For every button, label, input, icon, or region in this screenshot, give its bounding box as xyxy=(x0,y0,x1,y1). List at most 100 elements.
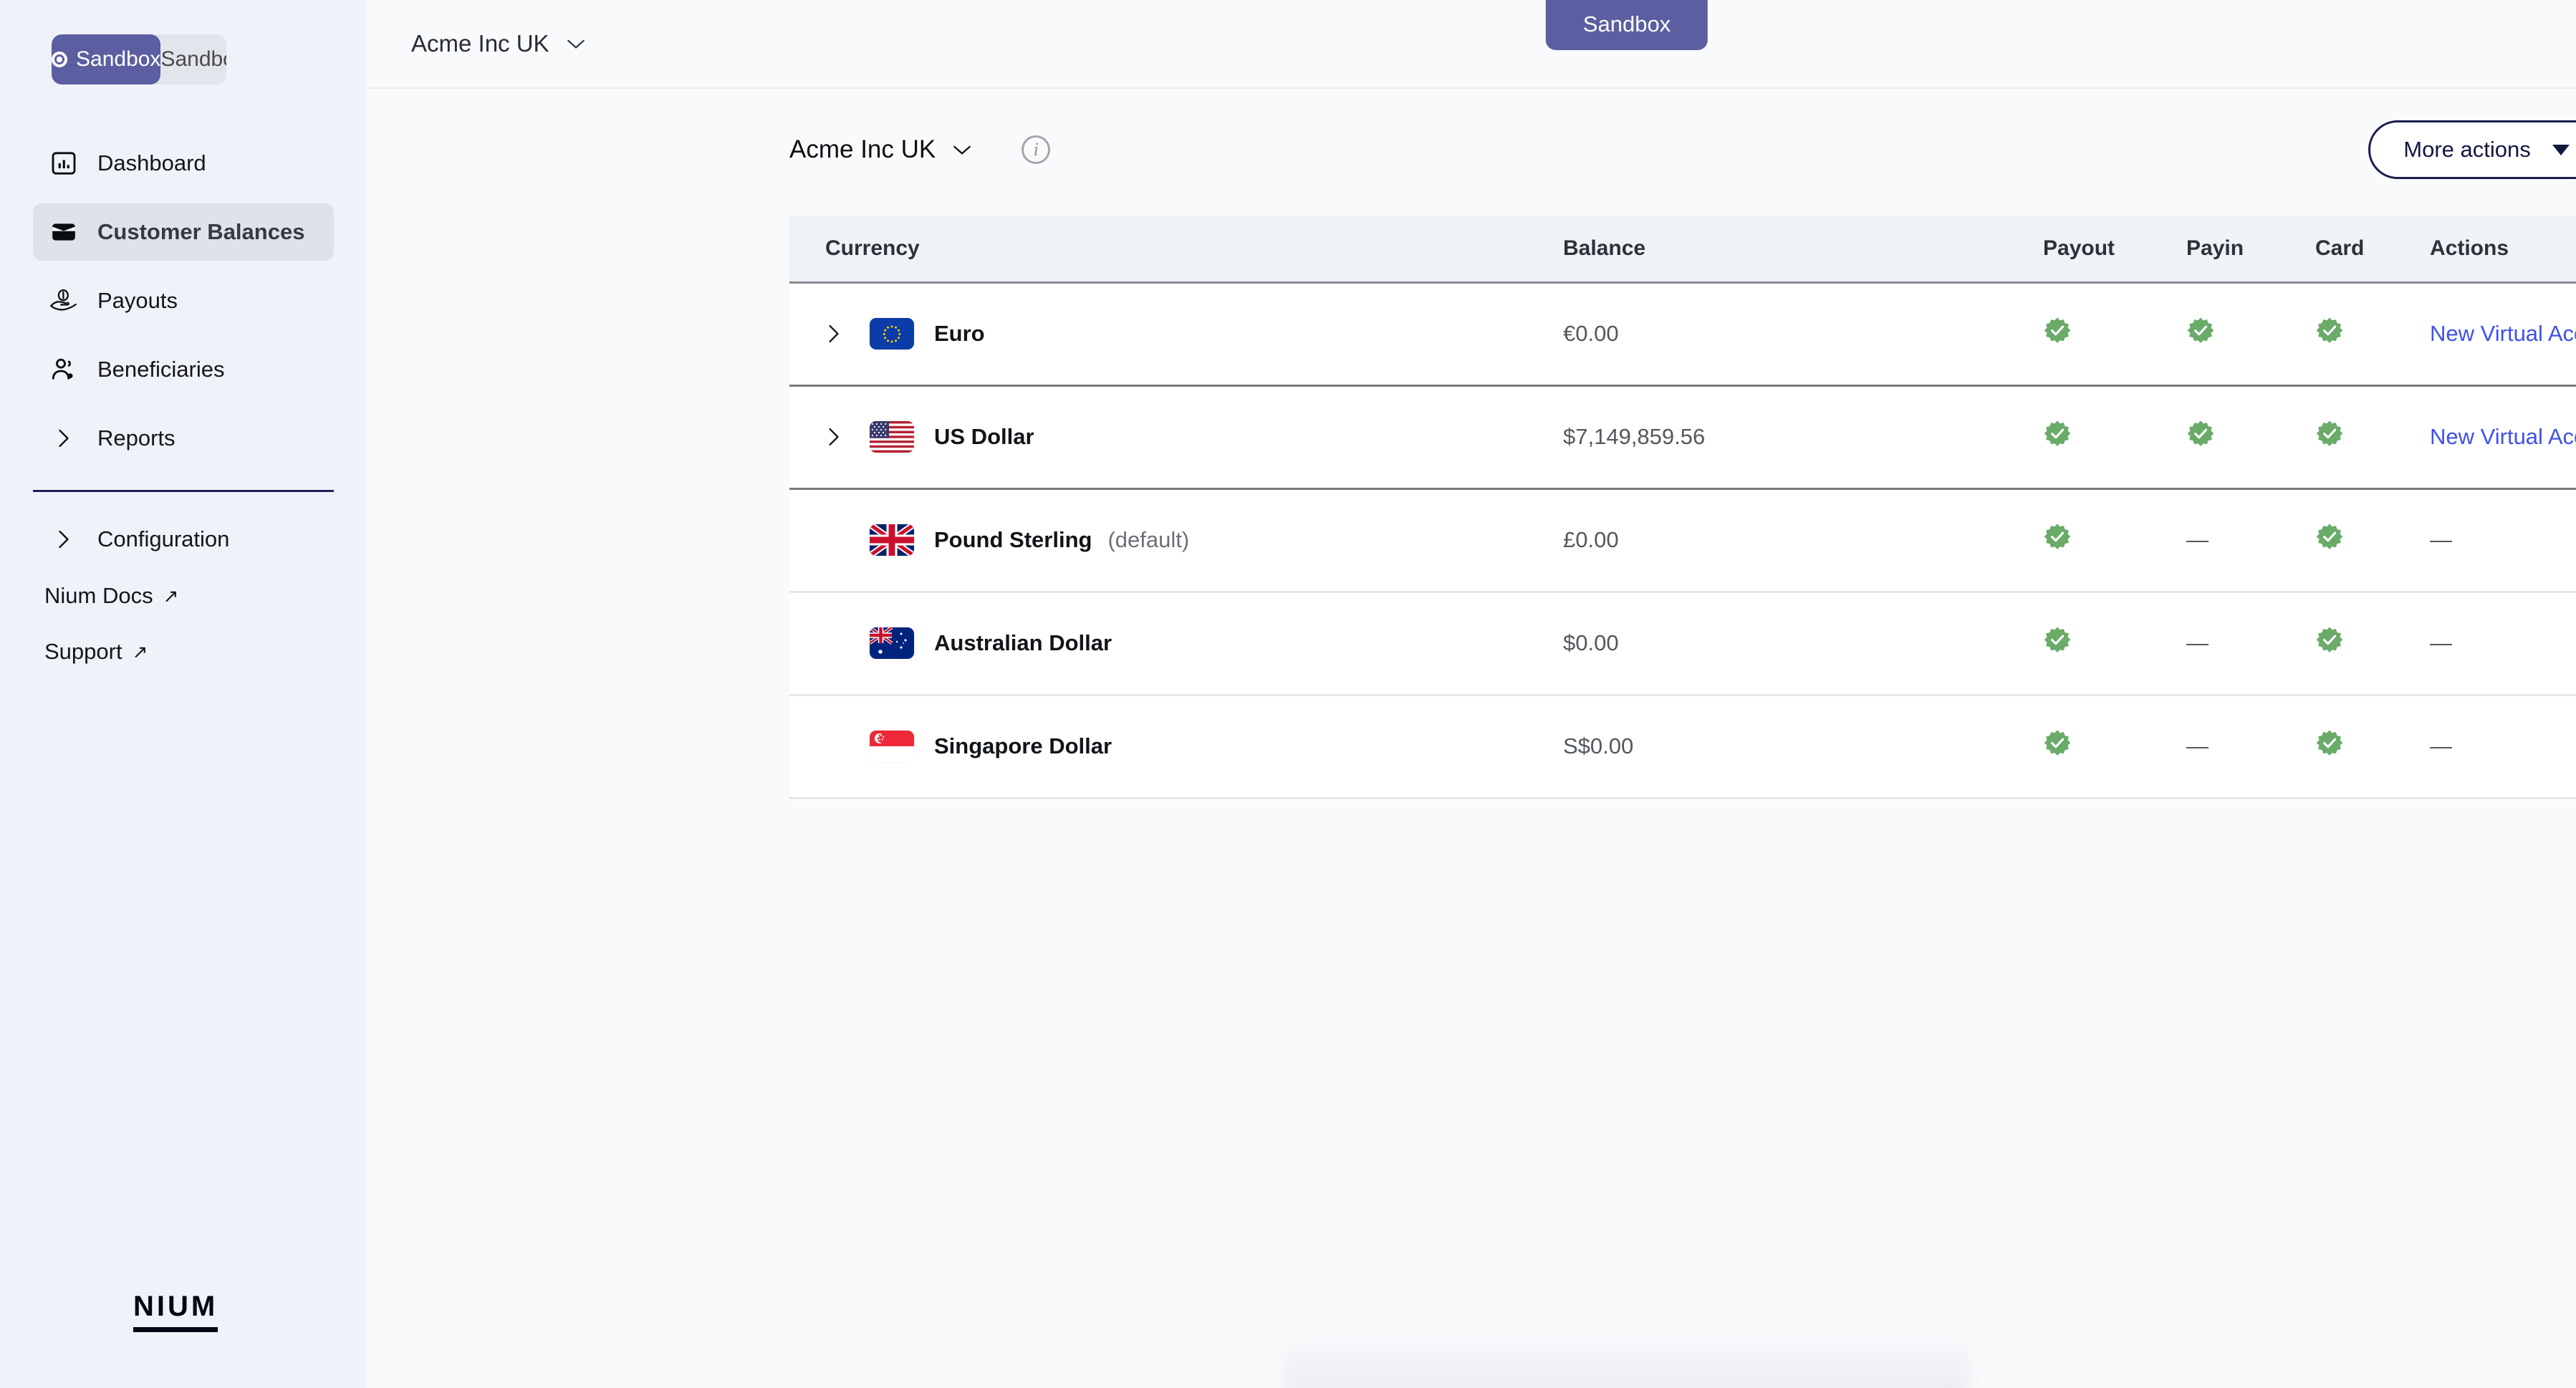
cell-currency: US Dollar xyxy=(789,385,1563,490)
table-row[interactable]: Singapore Dollar S$0.00 — — xyxy=(789,695,2576,799)
nium-logo-text: NIUM xyxy=(133,1291,218,1322)
sidebar-item-label: Reports xyxy=(97,425,176,450)
page-org-selector[interactable]: Acme Inc UK xyxy=(789,135,971,164)
env-toggle-active-label: Sandbox xyxy=(76,47,161,71)
table-row[interactable]: Pound Sterling (default) £0.00 — — xyxy=(789,488,2576,593)
cell-balance: €0.00 xyxy=(1563,282,2043,387)
default-currency-tag: (default) xyxy=(1107,527,1190,552)
balance-value: $0.00 xyxy=(1563,630,1619,655)
app-root: Sandbox Sandbox Dashboard xyxy=(0,0,2576,1388)
balance-value: $7,149,859.56 xyxy=(1563,424,1706,449)
row-expand-toggle[interactable] xyxy=(825,426,858,448)
org-selector[interactable]: Acme Inc UK xyxy=(411,30,585,57)
sidebar-item-configuration[interactable]: Configuration xyxy=(33,511,334,568)
cell-payout xyxy=(2043,695,2186,799)
cell-actions: — xyxy=(2430,592,2576,696)
env-toggle-inactive-label: Sandbox xyxy=(160,47,226,71)
page-title: Acme Inc UK xyxy=(789,135,936,163)
column-header-balance: Balance xyxy=(1563,216,2043,284)
new-virtual-account-link[interactable]: New Virtual Account xyxy=(2430,424,2576,449)
disabled-dash: — xyxy=(2186,527,2209,552)
cell-actions: — xyxy=(2430,695,2576,799)
green-check-badge-icon xyxy=(2186,317,2215,351)
green-check-badge-icon xyxy=(2043,729,2072,763)
chevron-down-icon xyxy=(567,38,585,49)
sidebar-item-payouts[interactable]: Payouts xyxy=(33,272,334,329)
chevron-down-icon xyxy=(953,144,971,155)
cell-balance: S$0.00 xyxy=(1563,695,2043,799)
dashboard-icon xyxy=(49,148,79,178)
no-action-dash: — xyxy=(2430,630,2452,655)
au-flag xyxy=(870,627,914,659)
green-check-badge-icon xyxy=(2315,317,2344,351)
green-check-badge-icon xyxy=(2186,420,2215,454)
table-row[interactable]: Australian Dollar $0.00 — — xyxy=(789,592,2576,696)
column-header-actions: Actions xyxy=(2430,216,2576,284)
currency-cell-content: Pound Sterling (default) xyxy=(789,524,1563,556)
nium-logo-underline xyxy=(133,1327,218,1332)
sidebar-item-label: Payouts xyxy=(97,288,178,313)
balance-value: €0.00 xyxy=(1563,321,1619,346)
green-check-badge-icon xyxy=(2315,523,2344,557)
env-toggle-inactive-option[interactable]: Sandbox xyxy=(160,34,226,85)
disabled-dash: — xyxy=(2186,630,2209,655)
info-circle-icon[interactable]: i xyxy=(1022,135,1051,164)
env-toggle-active-option[interactable]: Sandbox xyxy=(52,34,161,85)
cell-currency: Australian Dollar xyxy=(789,592,1563,696)
sidebar-item-dashboard[interactable]: Dashboard xyxy=(33,135,334,192)
top-bar: Acme Inc UK Sandbox John Smith xyxy=(367,0,2576,89)
sidebar-item-nium-docs[interactable]: Nium Docs ↗ xyxy=(33,568,334,624)
page-title-group: Acme Inc UK i xyxy=(789,135,1051,164)
gb-flag xyxy=(870,524,914,556)
cell-currency: Singapore Dollar xyxy=(789,695,1563,799)
sidebar-item-customer-balances[interactable]: Customer Balances xyxy=(33,203,334,261)
external-link-arrow-icon: ↗ xyxy=(132,641,148,662)
row-expand-toggle[interactable] xyxy=(825,323,858,344)
cell-card xyxy=(2315,592,2430,696)
hand-coin-icon xyxy=(49,286,79,316)
cell-balance: $0.00 xyxy=(1563,592,2043,696)
eu-flag xyxy=(870,318,914,350)
sidebar-item-support[interactable]: Support ↗ xyxy=(33,624,334,680)
cell-payin xyxy=(2186,385,2315,490)
column-header-card: Card xyxy=(2315,216,2430,284)
environment-toggle[interactable]: Sandbox Sandbox xyxy=(52,34,226,85)
sidebar-item-label: Customer Balances xyxy=(97,219,305,244)
balance-value: S$0.00 xyxy=(1563,733,1634,758)
caret-down-icon xyxy=(2552,144,2570,155)
new-virtual-account-link[interactable]: New Virtual Account xyxy=(2430,321,2576,346)
cell-balance: £0.00 xyxy=(1563,488,2043,593)
cell-payin: — xyxy=(2186,488,2315,593)
wallet-icon xyxy=(49,217,79,247)
more-actions-button[interactable]: More actions xyxy=(2368,120,2576,179)
cell-payout xyxy=(2043,282,2186,387)
cell-payout xyxy=(2043,488,2186,593)
nium-logo: NIUM xyxy=(133,1292,218,1332)
cell-currency: Euro xyxy=(789,282,1563,387)
green-check-badge-icon xyxy=(2043,523,2072,557)
sidebar-item-label: Dashboard xyxy=(97,150,206,175)
green-check-badge-icon xyxy=(2315,626,2344,660)
table-row[interactable]: US Dollar $7,149,859.56 New Virtual Accoun… xyxy=(789,385,2576,490)
currency-name: US Dollar xyxy=(934,424,1034,449)
table-row[interactable]: Euro €0.00 New Virtual Account xyxy=(789,282,2576,387)
chevron-right-icon xyxy=(49,428,79,449)
cell-card xyxy=(2315,695,2430,799)
sidebar-item-reports[interactable]: Reports xyxy=(33,410,334,467)
currency-cell-content: Australian Dollar xyxy=(789,627,1563,659)
environment-badge: Sandbox xyxy=(1545,0,1708,50)
chevron-right-icon xyxy=(49,529,79,550)
table-body: Euro €0.00 New Virtual Account US Dollar $7,… xyxy=(789,282,2576,799)
bottom-overlay-panel xyxy=(1283,1342,1971,1388)
no-action-dash: — xyxy=(2430,733,2452,758)
green-check-badge-icon xyxy=(2043,626,2072,660)
sidebar-item-beneficiaries[interactable]: Beneficiaries xyxy=(33,341,334,398)
column-header-currency: Currency xyxy=(789,216,1563,284)
sidebar-item-label: Nium Docs xyxy=(44,583,153,608)
radio-selected-icon xyxy=(52,52,67,67)
green-check-badge-icon xyxy=(2043,420,2072,454)
green-check-badge-icon xyxy=(2315,729,2344,763)
